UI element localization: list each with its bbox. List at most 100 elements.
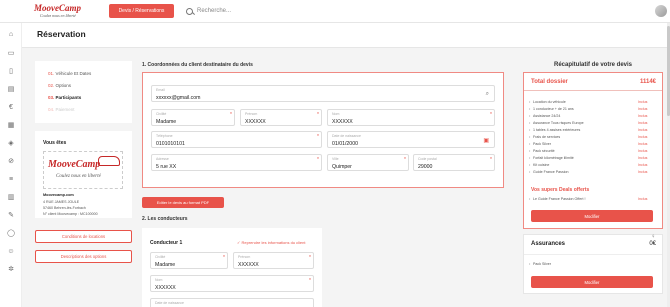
copy-client-info-link[interactable]: ✓ Reprendre les informations du client (237, 240, 306, 245)
field-label: Prénom (245, 112, 258, 116)
recap-item: Pack sécurité (529, 149, 555, 153)
search-bar[interactable]: Recherche... (186, 6, 231, 16)
clipboard-icon[interactable]: ▦ (7, 122, 15, 130)
recap-item: Guide France Passion (529, 170, 569, 174)
agency-city: 57460 Behren-lès-Forbach (43, 206, 86, 210)
required-mark: * (490, 157, 492, 163)
edit-icon[interactable]: ✎ (7, 212, 15, 220)
required-mark: * (230, 112, 232, 118)
ville-field[interactable]: Ville Quimper * (327, 154, 409, 171)
field-label: Téléphone (156, 134, 173, 138)
driver-prenom-field[interactable]: Prénom XXXXXX * (233, 252, 314, 269)
document-icon[interactable]: ▯ (7, 68, 15, 76)
field-value: Madame (156, 119, 177, 125)
conditions-button[interactable]: Conditions de locations (35, 230, 132, 243)
adresse-field[interactable]: Adresse 5 rue XX * (151, 154, 322, 171)
nom-field[interactable]: Nom XXXXXX * (327, 109, 495, 126)
options-description-button[interactable]: Descriptions des options (35, 250, 132, 263)
tag-icon[interactable]: ◈ (7, 140, 15, 148)
step-label: Véhicule Et Dates (55, 71, 92, 76)
sidebar: ⌂ ▭ ▯ ▤ € ▦ ◈ ⊘ ≡ ▥ ✎ ◯ ☺ ✲ (0, 23, 22, 307)
recap-item: 1 tables 4 assises extérieures (529, 128, 580, 132)
calendar-icon[interactable]: ▣ (483, 137, 489, 144)
field-label: Adresse (156, 157, 169, 161)
field-label: Date de naissance (332, 134, 361, 138)
deal-item: Le Guide France Passion Offert ! (529, 197, 586, 201)
field-value: 0101010101 (156, 141, 185, 147)
included-badge: Inclus (638, 135, 648, 139)
code-postal-field[interactable]: Code postal 29000 * (413, 154, 495, 171)
ban-icon[interactable]: ⊘ (7, 158, 15, 166)
recap-item: Forfait kilométrage illimité (529, 156, 574, 160)
step-vehicule[interactable]: 01. Véhicule Et Dates (48, 71, 91, 76)
field-label: Prénom (238, 255, 251, 259)
civilite-field[interactable]: Civilité Madame * (151, 109, 235, 126)
field-value: XXXXXX (245, 119, 266, 125)
field-value: XXXXXX (332, 119, 353, 125)
book-icon[interactable]: ▥ (7, 194, 15, 202)
agency-logo: MooveCamp Coulez nous en liberté (43, 151, 123, 189)
included-badge: Inclus (638, 156, 648, 160)
devis-reservations-button[interactable]: Devis / Réservations (109, 4, 174, 18)
required-mark: * (490, 112, 492, 118)
agency-address: 4 RUE JAMES JOULE (43, 200, 80, 204)
required-mark: * (317, 157, 319, 163)
chat-icon[interactable]: ◯ (7, 230, 15, 238)
required-mark: * (404, 157, 406, 163)
telephone-field[interactable]: Téléphone 0101010101 * (151, 131, 322, 148)
total-value: 1114€ (639, 79, 656, 85)
field-label: Date de naissance (155, 301, 184, 305)
step-label: Paiement (55, 107, 75, 112)
euro-icon[interactable]: € (7, 104, 15, 112)
divider (524, 254, 662, 255)
search-input[interactable]: Recherche... (197, 8, 231, 14)
lightbulb-icon[interactable]: ♀ (651, 234, 656, 240)
email-field[interactable]: Email xxxxxx@gmail.com ⌕ (151, 85, 495, 102)
van-icon (98, 156, 120, 166)
field-value: 29000 (418, 164, 433, 170)
step-label: Participants (55, 95, 82, 100)
app-logo[interactable]: MooveCamp Coulez nous en liberté (34, 4, 86, 20)
modify-insurance-button[interactable]: Modifier (531, 276, 653, 288)
car-icon[interactable]: ▭ (7, 50, 15, 58)
included-badge: Inclus (638, 128, 648, 132)
deals-title: Vos supers Deals offerts (531, 187, 590, 193)
driver-birthdate-field[interactable]: Date de naissance (150, 298, 314, 307)
settings-icon[interactable]: ✲ (7, 266, 15, 274)
recap-item: Assurance Tous risques Europe (529, 121, 584, 125)
step-participants[interactable]: 03. Participants (48, 95, 81, 100)
step-number: 02. (48, 83, 55, 88)
driver-civilite-field[interactable]: Civilité Madame * (150, 252, 228, 269)
user-icon[interactable]: ☺ (7, 248, 15, 256)
recap-card: Total dossier 1114€ Location du véhicule… (523, 72, 663, 229)
insurance-label: Assurances (531, 241, 566, 247)
steps-panel: 01. Véhicule Et Dates 02. Options 03. Pa… (35, 61, 132, 123)
pdf-export-button[interactable]: Editer le devis au format PDF (142, 197, 224, 208)
driver-title: Conducteur 1 (150, 240, 183, 246)
prenom-field[interactable]: Prénom XXXXXX * (240, 109, 322, 126)
included-badge: Inclus (638, 163, 648, 167)
required-mark: * (317, 112, 319, 118)
included-badge: Inclus (638, 114, 648, 118)
client-form: Email xxxxxx@gmail.com ⌕ Civilité Madame… (142, 72, 504, 188)
included-badge: Inclus (638, 121, 648, 125)
logo-tagline: Coulez nous en liberté (40, 13, 76, 18)
agency-title: Vous êtes (43, 140, 67, 146)
agency-name: Moovecamp.com (43, 193, 74, 197)
client-section-title: 1. Coordonnées du client destinataire du… (142, 62, 253, 68)
list-icon[interactable]: ≡ (7, 176, 15, 184)
step-options[interactable]: 02. Options (48, 83, 71, 88)
home-icon[interactable]: ⌂ (7, 31, 15, 39)
user-avatar[interactable] (655, 5, 667, 17)
agency-client-no: N° client Moovecamp : MC100000 (43, 212, 98, 216)
field-label: Nom (155, 278, 163, 282)
recap-item: Pack Silver (529, 142, 551, 146)
file-icon[interactable]: ▤ (7, 86, 15, 94)
modify-recap-button[interactable]: Modifier (531, 210, 653, 222)
birthdate-field[interactable]: Date de naissance 01/01/2000 ▣ (327, 131, 495, 148)
search-icon[interactable]: ⌕ (486, 91, 489, 98)
step-paiement[interactable]: 04. Paiement (48, 107, 75, 112)
driver-nom-field[interactable]: Nom XXXXXX * (150, 275, 314, 292)
required-mark: * (223, 255, 225, 261)
step-number: 01. (48, 71, 55, 76)
